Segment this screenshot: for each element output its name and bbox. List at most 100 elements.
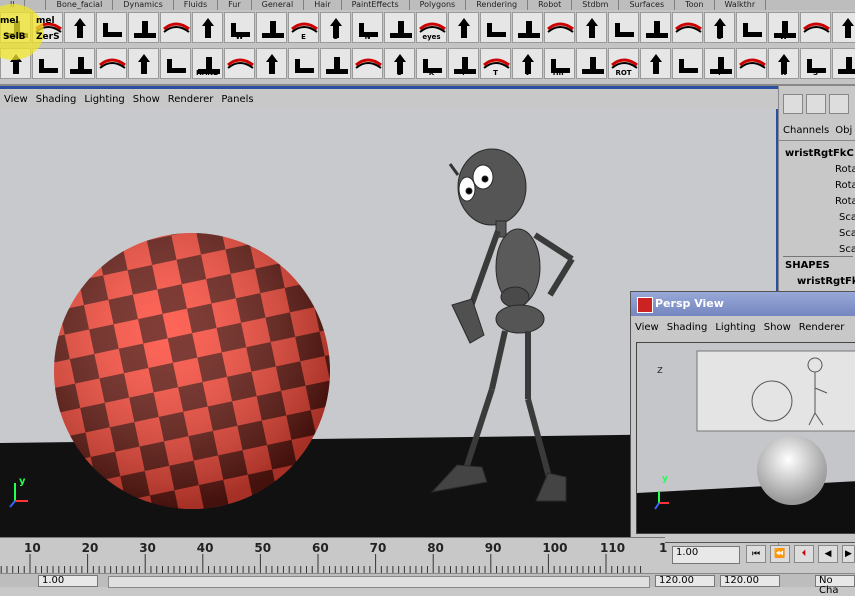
shelf-tab[interactable]: Rendering bbox=[466, 0, 529, 10]
shelf-tab[interactable]: Walkthr bbox=[715, 0, 767, 10]
shelf-button-icon[interactable] bbox=[384, 12, 415, 43]
attr-scale-x[interactable]: Sca bbox=[839, 212, 855, 223]
shelf-button-icon[interactable] bbox=[64, 48, 95, 79]
shelf-button-icon[interactable] bbox=[448, 12, 479, 43]
menu-show[interactable]: Show bbox=[129, 94, 164, 105]
range-slider[interactable] bbox=[108, 576, 650, 588]
persp-title-bar[interactable]: Persp View bbox=[631, 292, 855, 316]
persp-menu-lighting[interactable]: Lighting bbox=[711, 322, 759, 338]
menu-panels[interactable]: Panels bbox=[217, 94, 257, 105]
shelf-tab[interactable]: Dynamics bbox=[113, 0, 174, 10]
time-slider[interactable]: 10 20 30 40 50 60 70 80 90 100 110 1 bbox=[0, 537, 667, 574]
attr-rotate-y[interactable]: Rota bbox=[835, 180, 855, 191]
menu-renderer[interactable]: Renderer bbox=[164, 94, 218, 105]
shelf-button-icon[interactable] bbox=[736, 12, 767, 43]
menu-lighting[interactable]: Lighting bbox=[80, 94, 128, 105]
shelf-button-icon[interactable] bbox=[544, 12, 575, 43]
shelf-button-icon[interactable] bbox=[288, 48, 319, 79]
persp-menu-shading[interactable]: Shading bbox=[663, 322, 712, 338]
step-back-button[interactable]: ⏪ bbox=[770, 545, 790, 563]
shelf-tab[interactable]: Stdbm bbox=[572, 0, 620, 10]
shelf-label-mel-2[interactable]: mel bbox=[36, 16, 55, 26]
shelf-button-icon[interactable] bbox=[32, 48, 63, 79]
shelf-button-icon[interactable] bbox=[352, 48, 383, 79]
shelf-button-icon[interactable]: i bbox=[704, 48, 735, 79]
shelf-tab[interactable]: Surfaces bbox=[619, 0, 676, 10]
range-start-field[interactable]: 1.00 bbox=[38, 575, 98, 587]
shelf-button-icon[interactable] bbox=[64, 12, 95, 43]
shelf-button-icon[interactable]: ROT bbox=[608, 48, 639, 79]
shelf-button-icon[interactable] bbox=[256, 48, 287, 79]
shelf-button-icon[interactable] bbox=[832, 48, 855, 79]
shelf-button-icon[interactable] bbox=[832, 12, 855, 43]
current-frame-field[interactable]: 1.00 bbox=[672, 546, 740, 564]
node-name[interactable]: wristRgtFkC bbox=[785, 148, 854, 159]
persp-view-window[interactable]: Persp View View Shading Lighting Show Re… bbox=[630, 291, 855, 543]
layer-icon[interactable] bbox=[829, 94, 849, 114]
persp-viewport[interactable]: z y bbox=[636, 342, 855, 534]
shelf-button-icon[interactable]: W bbox=[768, 12, 799, 43]
shelf-button-icon[interactable] bbox=[160, 48, 191, 79]
persp-menu-view[interactable]: View bbox=[631, 322, 663, 338]
shelf-tab[interactable]: PaintEffects bbox=[342, 0, 410, 10]
shelf-button-icon[interactable] bbox=[576, 12, 607, 43]
shelf-button-icon[interactable]: V bbox=[512, 48, 543, 79]
shelf-button-icon[interactable] bbox=[160, 12, 191, 43]
shelf-tab[interactable]: Fur bbox=[218, 0, 252, 10]
shelf-button-icon[interactable] bbox=[800, 12, 831, 43]
character-set-field[interactable]: No Cha bbox=[815, 575, 855, 596]
shelf-button-icon[interactable] bbox=[576, 48, 607, 79]
tab-object[interactable]: Obj bbox=[833, 122, 854, 140]
shelf-button-icon[interactable] bbox=[320, 48, 351, 79]
shelf-button-icon[interactable]: HAND bbox=[192, 48, 223, 79]
shelf-button-icon[interactable]: K bbox=[768, 48, 799, 79]
play-back-button[interactable]: ◀ bbox=[818, 545, 838, 563]
shelf-tab[interactable]: Robot bbox=[528, 0, 573, 10]
anim-end-field[interactable]: 120.00 bbox=[720, 575, 780, 587]
range-end-field[interactable]: 120.00 bbox=[655, 575, 715, 587]
shelf-button-icon[interactable] bbox=[96, 12, 127, 43]
shelf-button-icon[interactable] bbox=[672, 48, 703, 79]
shelf-button-icon[interactable] bbox=[608, 12, 639, 43]
shelf-button-icon[interactable] bbox=[512, 12, 543, 43]
attr-scale-y[interactable]: Sca bbox=[839, 228, 855, 239]
attr-scale-z[interactable]: Sca bbox=[839, 244, 855, 255]
shelf-label-selb[interactable]: SelB bbox=[3, 32, 26, 42]
shelf-button-icon[interactable] bbox=[224, 48, 255, 79]
shelf-button-icon[interactable]: E bbox=[288, 12, 319, 43]
shelf-button-icon[interactable] bbox=[128, 48, 159, 79]
shape-node-name[interactable]: wristRgtFk bbox=[797, 276, 855, 287]
shelf-button-icon[interactable]: K bbox=[416, 48, 447, 79]
shelf-label-mel-1[interactable]: mel bbox=[0, 16, 19, 26]
shelf-button-icon[interactable]: W bbox=[224, 12, 255, 43]
shelf-button-icon[interactable]: U bbox=[320, 12, 351, 43]
shelf-tab[interactable]: General bbox=[252, 0, 305, 10]
shelf-button-icon[interactable]: N bbox=[352, 12, 383, 43]
persp-menu-renderer[interactable]: Renderer bbox=[795, 322, 849, 338]
shelf-button-icon[interactable]: U bbox=[704, 12, 735, 43]
shelf-button-icon[interactable]: S bbox=[800, 48, 831, 79]
menu-shading[interactable]: Shading bbox=[32, 94, 81, 105]
shelf-tab[interactable]: Polygons bbox=[410, 0, 467, 10]
shelf-button-icon[interactable]: T bbox=[480, 48, 511, 79]
shelf-button-icon[interactable] bbox=[256, 12, 287, 43]
play-forward-button[interactable]: ▶ bbox=[842, 545, 855, 563]
shelf-tab[interactable]: Toon bbox=[675, 0, 715, 10]
go-to-start-button[interactable]: ⏮ bbox=[746, 545, 766, 563]
channel-icon[interactable] bbox=[806, 94, 826, 114]
shelf-button-icon[interactable] bbox=[672, 12, 703, 43]
tab-channels[interactable]: Channels bbox=[779, 122, 833, 140]
list-icon[interactable] bbox=[783, 94, 803, 114]
shelf-button-icon[interactable] bbox=[128, 12, 159, 43]
shelf-button-icon[interactable] bbox=[640, 12, 671, 43]
shelf-tab[interactable]: Bone_facial bbox=[46, 0, 114, 10]
shelf-button-icon[interactable] bbox=[96, 48, 127, 79]
shelf-button-icon[interactable]: eyes bbox=[416, 12, 447, 43]
shelf-button-icon[interactable] bbox=[480, 12, 511, 43]
persp-menu-show[interactable]: Show bbox=[760, 322, 795, 338]
shelf-tab[interactable]: Fluids bbox=[174, 0, 219, 10]
attr-rotate-x[interactable]: Rota bbox=[835, 164, 855, 175]
shelf-tab[interactable]: Hair bbox=[304, 0, 342, 10]
shelf-button-icon[interactable] bbox=[640, 48, 671, 79]
shelf-label-zers[interactable]: ZerS bbox=[36, 32, 60, 42]
